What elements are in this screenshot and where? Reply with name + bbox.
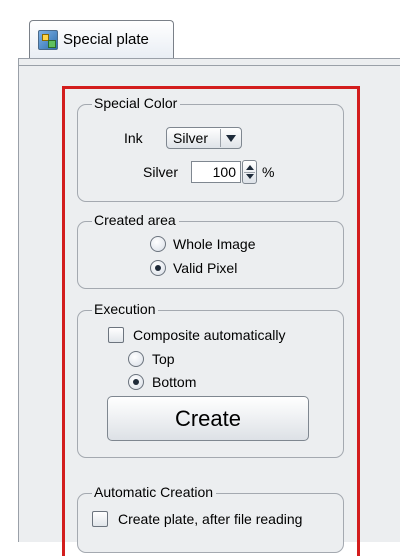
tab-special-plate[interactable]: Special plate bbox=[29, 20, 174, 58]
panel-divider bbox=[18, 65, 400, 66]
highlight-frame bbox=[62, 86, 360, 556]
plate-layers-icon bbox=[38, 29, 58, 50]
tab-label: Special plate bbox=[63, 31, 149, 48]
